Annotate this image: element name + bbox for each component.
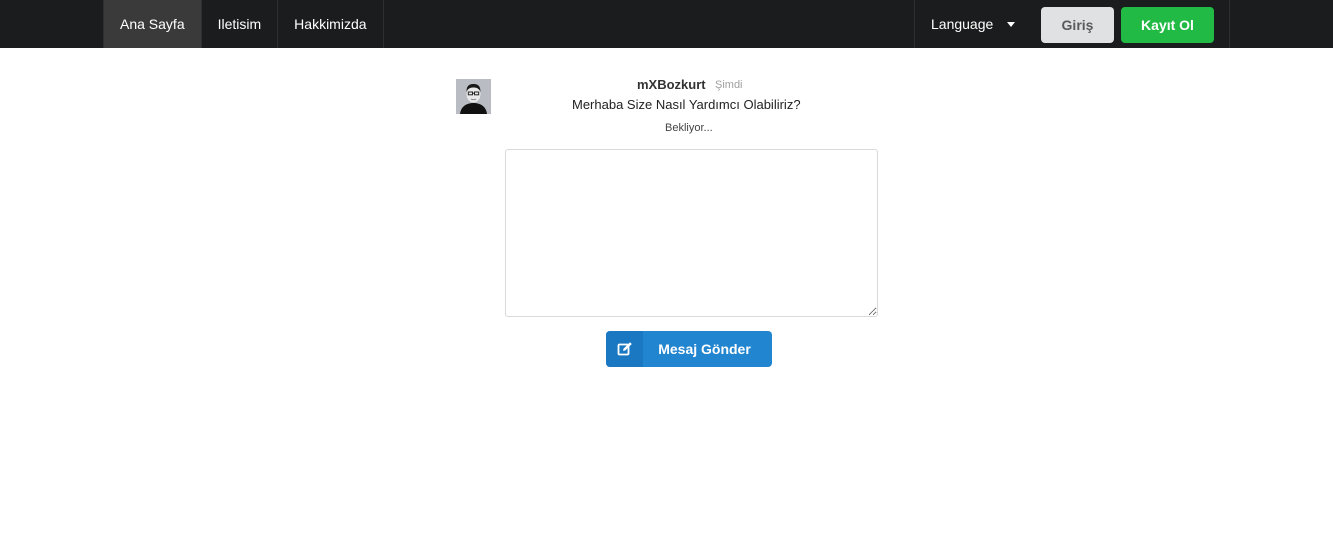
message-input[interactable] xyxy=(505,149,878,317)
top-navbar: Ana Sayfa Iletisim Hakkimizda Language G… xyxy=(0,0,1333,48)
send-button-label: Mesaj Gönder xyxy=(658,341,751,357)
nav-item-about[interactable]: Hakkimizda xyxy=(278,0,384,48)
language-dropdown[interactable]: Language xyxy=(931,0,1016,48)
message-status: Bekliyor... xyxy=(665,122,713,134)
language-label: Language xyxy=(931,16,994,32)
message-text: Merhaba Size Nasıl Yardımcı Olabiliriz? xyxy=(572,97,801,112)
message-username: mXBozkurt xyxy=(637,77,706,92)
nav-item-home[interactable]: Ana Sayfa xyxy=(104,0,202,48)
register-button[interactable]: Kayıt Ol xyxy=(1121,7,1214,43)
main-nav: Ana Sayfa Iletisim Hakkimizda xyxy=(103,0,384,48)
send-message-button[interactable]: Mesaj Gönder xyxy=(606,331,772,367)
nav-right-menu: Language Giriş Kayıt Ol xyxy=(914,0,1230,48)
nav-item-contact[interactable]: Iletisim xyxy=(202,0,279,48)
user-avatar-icon xyxy=(456,79,491,114)
avatar xyxy=(456,79,491,114)
message-time: Şimdi xyxy=(715,79,743,91)
login-button[interactable]: Giriş xyxy=(1041,7,1114,43)
edit-icon xyxy=(606,331,643,367)
chevron-down-icon xyxy=(1007,22,1016,27)
